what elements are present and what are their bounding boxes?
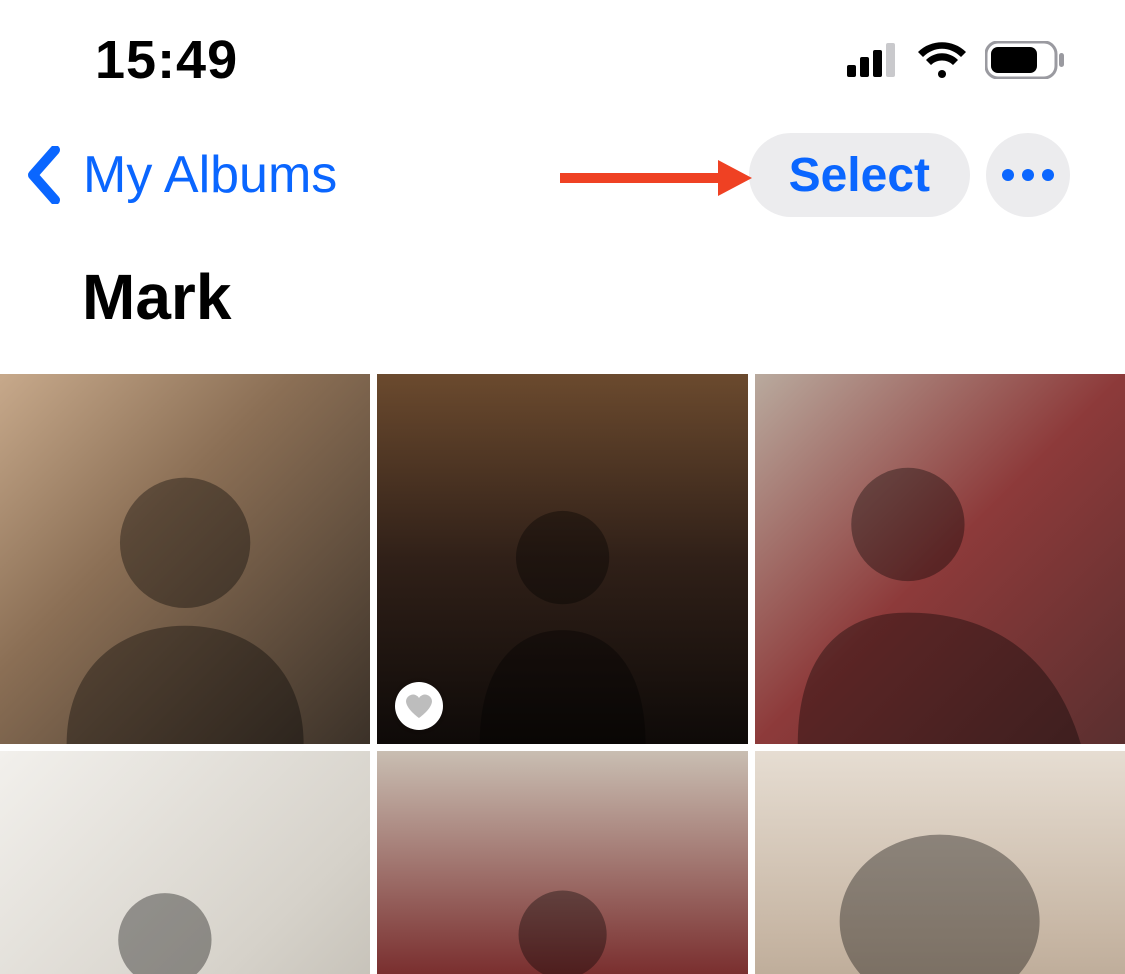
status-time: 15:49: [95, 29, 238, 91]
chevron-left-icon: [25, 146, 61, 204]
photo-thumbnail[interactable]: [0, 751, 370, 974]
annotation-arrow: [560, 158, 752, 198]
battery-icon: [985, 41, 1065, 79]
photo-thumbnail[interactable]: [377, 751, 747, 974]
photo-thumbnail[interactable]: [377, 374, 747, 744]
photo-thumbnail[interactable]: [755, 751, 1125, 974]
photo-grid: [0, 374, 1125, 974]
photo-thumbnail[interactable]: [0, 374, 370, 744]
photo-thumbnail[interactable]: [755, 374, 1125, 744]
select-button-label: Select: [789, 148, 930, 203]
album-title: Mark: [0, 230, 1125, 374]
cellular-signal-icon: [847, 43, 899, 77]
more-button[interactable]: [986, 133, 1070, 217]
select-button[interactable]: Select: [749, 133, 970, 217]
ellipsis-icon: [1002, 169, 1054, 181]
back-label: My Albums: [83, 145, 337, 205]
back-button[interactable]: My Albums: [25, 145, 337, 205]
wifi-icon: [917, 42, 967, 78]
status-bar: 15:49: [0, 0, 1125, 120]
status-indicators: [847, 41, 1065, 79]
nav-bar: My Albums Select: [0, 120, 1125, 230]
heart-icon: [406, 694, 432, 718]
